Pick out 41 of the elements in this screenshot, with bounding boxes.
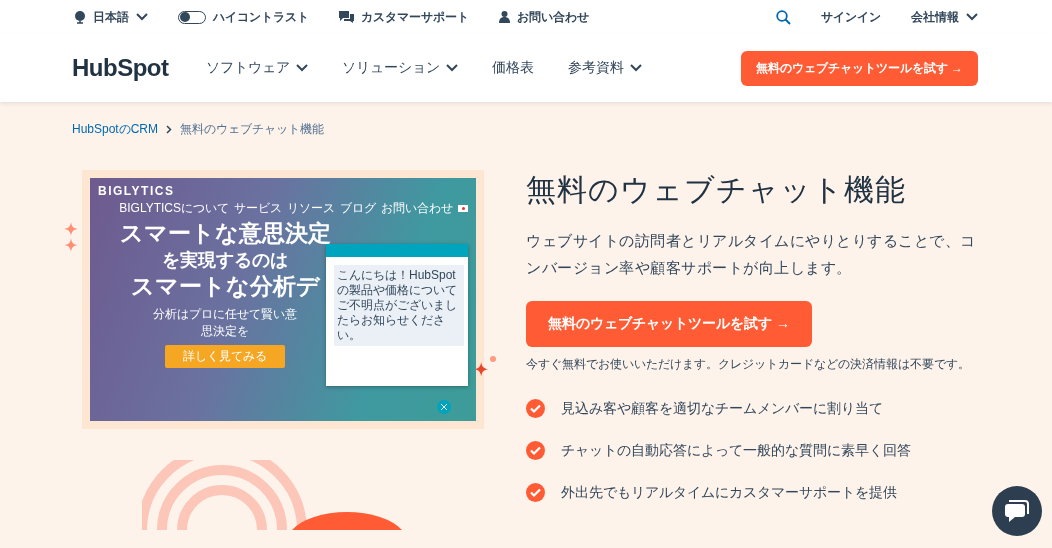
sparkle-icon: [64, 222, 78, 252]
page-description: ウェブサイトの訪問者とリアルタイムにやりとりすることで、コンバージョン率や顧客サポートが向上します。: [526, 231, 977, 278]
preview-headline: スマートな意思決定: [119, 219, 331, 248]
preview-headline: を実現するのは: [162, 248, 288, 272]
chat-launcher-button[interactable]: [992, 486, 1042, 536]
preview-subtitle: 分析はプロに任せて賢い意思決定を: [152, 306, 298, 341]
caret-icon: [966, 13, 978, 21]
check-icon: [526, 399, 545, 418]
chat-bubble-icon: [1005, 500, 1029, 522]
language-selector[interactable]: 日本語: [74, 8, 148, 26]
current-page-text: 無料のウェブチャット機能: [180, 121, 325, 138]
sign-in-link[interactable]: サインイン: [821, 8, 881, 26]
flag-icon: [458, 205, 468, 212]
nav-menu-item[interactable]: ソフトウェア: [206, 59, 309, 77]
caret-icon: [136, 13, 148, 21]
feature-text: チャットの自動応答によって一般的な質問に素早く回答: [561, 441, 911, 460]
page-title: 無料のウェブチャット機能: [526, 172, 907, 208]
person-icon: [499, 11, 510, 23]
hubspot-logo[interactable]: HubSpot: [72, 54, 169, 82]
feature-text: 外出先でもリアルタイムにカスタマーサポートを提供: [561, 483, 897, 502]
globe-icon: [74, 10, 86, 24]
chat-bubbles-icon: [339, 11, 354, 23]
high-contrast-toggle[interactable]: ハイコントラスト: [178, 8, 309, 26]
close-icon: [437, 400, 451, 414]
brand-logo: BIGLYTICS: [98, 184, 176, 198]
chat-message: こんにちは！HubSpotの製品や価格についてご不明点がございましたらお知らせください。: [334, 265, 464, 346]
check-icon: [526, 441, 545, 460]
preview-headline: スマートな分析デ: [130, 272, 320, 302]
breadcrumb-link[interactable]: HubSpotのCRM: [72, 121, 159, 138]
feature-text: 見込み客や顧客を適切なチームメンバーに割り当て: [561, 399, 883, 418]
check-icon: [526, 483, 545, 502]
search-icon[interactable]: [776, 9, 791, 25]
nav-menu-item[interactable]: ソリューション: [342, 59, 459, 77]
no-payment-note: 今すぐ無料でお使いいただけます。クレジットカードなどの決済情報は不要です。: [526, 357, 971, 372]
chevron-right-icon: [166, 125, 173, 134]
sparkle-icon: [474, 356, 496, 378]
customer-support-link[interactable]: カスタマーサポート: [339, 8, 469, 26]
nav-menu-item[interactable]: 価格表: [492, 59, 535, 77]
nav-menu-item[interactable]: 参考資料: [568, 59, 643, 77]
company-info-menu[interactable]: 会社情報: [911, 8, 978, 26]
contact-link[interactable]: お問い合わせ: [499, 8, 589, 26]
